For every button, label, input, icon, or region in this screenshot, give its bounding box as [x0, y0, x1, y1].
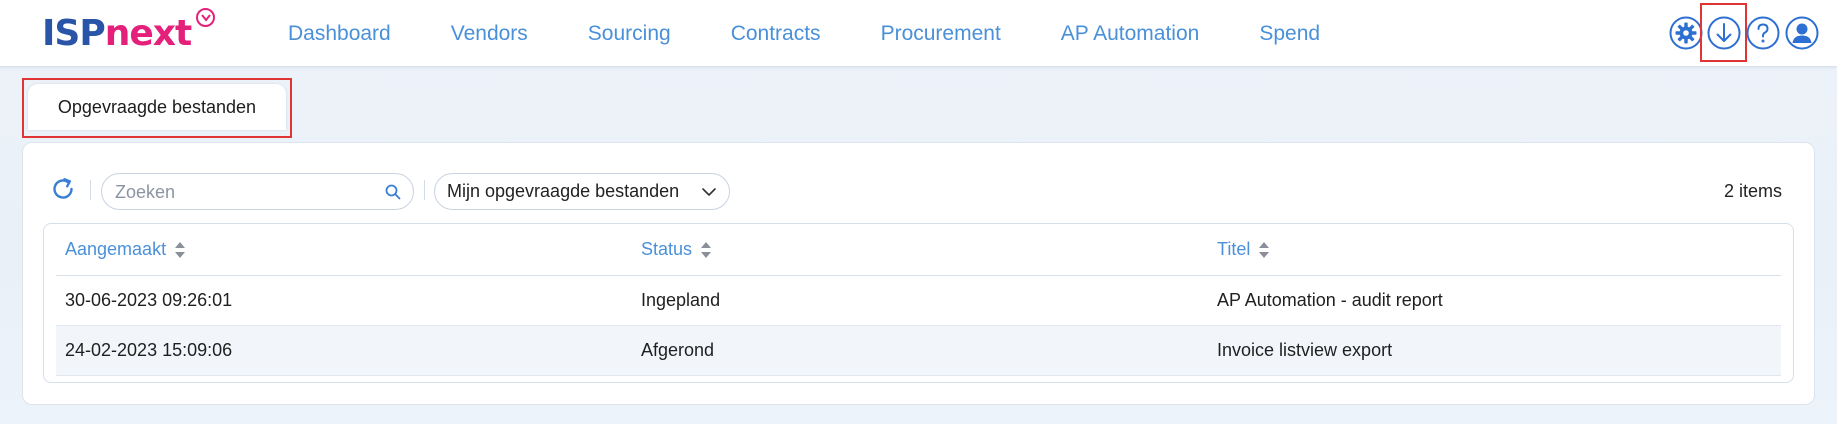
refresh-icon[interactable] — [50, 176, 76, 202]
cell-created: 24-02-2023 15:09:06 — [65, 340, 233, 360]
sort-icon — [701, 241, 712, 258]
table-row[interactable]: 24-02-2023 15:09:06 Afgerond Invoice lis… — [56, 326, 1781, 376]
help-icon[interactable] — [1746, 16, 1780, 50]
column-header-status[interactable]: Status — [641, 239, 712, 260]
table-row[interactable]: 30-06-2023 09:26:01 Ingepland AP Automat… — [56, 276, 1781, 326]
nav-contracts[interactable]: Contracts — [731, 22, 821, 46]
cell-created: 30-06-2023 09:26:01 — [65, 290, 233, 310]
nav-vendors[interactable]: Vendors — [451, 22, 528, 46]
filter-dropdown[interactable]: Mijn opgevraagde bestanden — [434, 173, 730, 210]
filter-selected-value: Mijn opgevraagde bestanden — [447, 181, 680, 201]
user-icon[interactable] — [1785, 16, 1819, 50]
logo-text-isp: ISP — [42, 13, 106, 54]
cell-title: Invoice listview export — [1217, 340, 1393, 360]
nav-procurement[interactable]: Procurement — [881, 22, 1001, 46]
chevron-down-icon — [701, 184, 717, 200]
download-highlight-box — [1700, 3, 1747, 62]
items-count: 2 items — [1723, 181, 1782, 201]
logo-badge-icon — [196, 8, 215, 27]
sort-icon — [1259, 241, 1270, 258]
logo-text-next: next — [104, 13, 192, 54]
search-box — [101, 173, 414, 210]
nav-spend[interactable]: Spend — [1259, 22, 1320, 46]
column-label: Aangemaakt — [65, 239, 167, 259]
column-header-titel[interactable]: Titel — [1217, 239, 1270, 260]
search-icon[interactable] — [384, 183, 402, 201]
nav-ap-automation[interactable]: AP Automation — [1061, 22, 1200, 46]
cell-title: AP Automation - audit report — [1217, 290, 1443, 310]
table-header: Aangemaakt Status Titel — [56, 224, 1781, 276]
toolbar-divider — [90, 180, 91, 200]
gear-icon[interactable] — [1669, 16, 1703, 50]
column-header-aangemaakt[interactable]: Aangemaakt — [65, 239, 186, 260]
files-table: Aangemaakt Status Titel 30-06-2023 09:26… — [43, 223, 1794, 383]
cell-status: Afgerond — [641, 340, 715, 360]
toolbar-divider — [424, 180, 425, 200]
main-nav: Dashboard Vendors Sourcing Contracts Pro… — [288, 0, 1320, 67]
tab-highlight-box — [22, 78, 292, 138]
sort-icon — [175, 241, 186, 258]
cell-status: Ingepland — [641, 290, 721, 310]
ispnext-logo[interactable]: ISP next — [42, 8, 215, 56]
nav-dashboard[interactable]: Dashboard — [288, 22, 391, 46]
search-input[interactable] — [115, 181, 375, 203]
nav-sourcing[interactable]: Sourcing — [588, 22, 671, 46]
column-label: Titel — [1217, 239, 1251, 259]
top-navigation-bar: ISP next Dashboard Vendors Sourcing Contr… — [0, 0, 1837, 67]
column-label: Status — [641, 239, 693, 259]
